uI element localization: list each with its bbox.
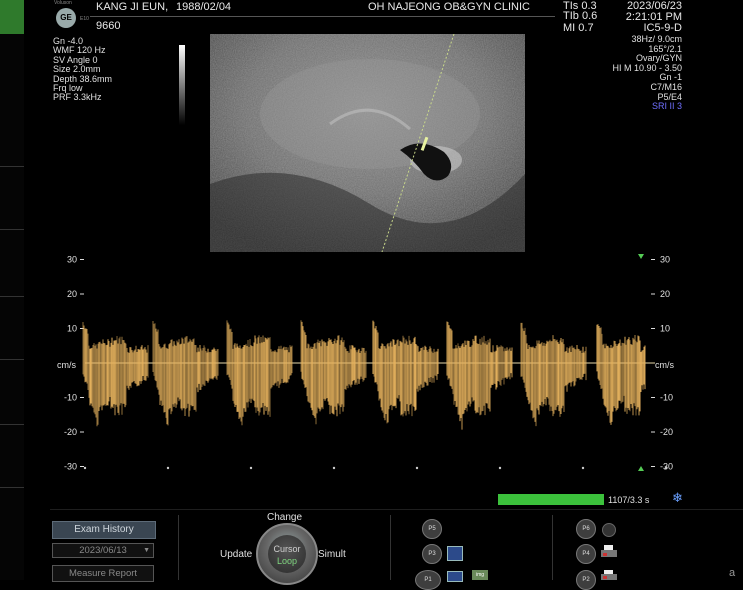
- left-sidebar: [0, 0, 24, 580]
- preset-p3-button[interactable]: P3: [422, 544, 442, 564]
- ultrasound-image[interactable]: [210, 34, 525, 252]
- y-tick-label: 20: [660, 289, 670, 299]
- unit-label-right: cm/s: [655, 360, 674, 370]
- separator: [552, 515, 553, 580]
- exam-history-button[interactable]: Exam History: [52, 521, 156, 539]
- ge-logo-icon: GE: [56, 8, 76, 28]
- baseline-marker-icon: [638, 254, 644, 259]
- time-tick: [664, 466, 668, 470]
- y-tick-label: -10: [660, 393, 673, 403]
- tib-value: TIb 0.6: [563, 10, 598, 22]
- image-params: 38Hz/ 9.0cm 165°/2.1 Ovary/GYN HI M 10.9…: [582, 34, 682, 112]
- y-tick-label: 20: [67, 289, 77, 299]
- history-date-select[interactable]: 2023/06/13 ▼: [52, 543, 154, 558]
- y-tick-label: -30: [660, 462, 673, 472]
- param-sri: SRI II 3: [651, 101, 682, 112]
- time-tick: [332, 466, 336, 470]
- time-tick: [83, 466, 87, 470]
- waveform: [82, 320, 646, 430]
- y-tick-label: 30: [67, 255, 77, 265]
- sidebar-slot[interactable]: [0, 166, 24, 230]
- cine-frame-label: 1107/3.3 s: [608, 495, 650, 505]
- y-tick-label: -10: [64, 393, 77, 403]
- save-icon[interactable]: [447, 571, 463, 582]
- preset-p4-button[interactable]: P4: [576, 544, 596, 564]
- y-tick-label: -30: [64, 462, 77, 472]
- acquisition-params: Gn -4.0 WMF 120 Hz SV Angle 0 Size 2.0mm…: [53, 36, 112, 103]
- time-tick: [249, 466, 253, 470]
- y-tick-label: 30: [660, 255, 670, 265]
- panel-divider: [50, 509, 743, 510]
- sidebar-active-tab[interactable]: [0, 0, 24, 34]
- cursor-loop-knob[interactable]: Cursor Loop: [256, 523, 318, 585]
- save-icon[interactable]: [447, 546, 463, 561]
- time-tick: [498, 466, 502, 470]
- time-marker-icon: [638, 466, 644, 471]
- ge-voluson-logo: Voluson GE E10: [50, 0, 90, 32]
- header-divider: [90, 16, 555, 17]
- grayscale-bar: [179, 45, 185, 125]
- y-tick-label: 10: [660, 324, 670, 334]
- y-tick-label: -20: [660, 427, 673, 437]
- preset-p5-button[interactable]: P5: [422, 519, 442, 539]
- y-tick-label: -20: [64, 427, 77, 437]
- cine-progress-bar[interactable]: [498, 494, 604, 505]
- clinic-name: OH NAJEONG OB&GYN CLINIC: [368, 1, 530, 13]
- separator: [178, 515, 179, 580]
- preset-p2-button[interactable]: P2: [576, 570, 596, 590]
- param-prf: PRF 3.3kHz: [53, 92, 102, 103]
- chevron-down-icon: ▼: [143, 547, 150, 554]
- y-tick-label: 10: [67, 324, 77, 334]
- image-store-icon[interactable]: img: [472, 570, 488, 580]
- model-label: E10: [80, 16, 89, 22]
- knob-simult-label[interactable]: Simult: [318, 549, 346, 560]
- time-tick: [581, 466, 585, 470]
- measure-report-button[interactable]: Measure Report: [52, 565, 154, 582]
- sidebar-slot[interactable]: [0, 424, 24, 488]
- time-tick: [166, 466, 170, 470]
- patient-id: 9660: [96, 20, 121, 32]
- separator: [390, 515, 391, 580]
- voluson-text: Voluson: [54, 0, 72, 6]
- corner-letter: a: [729, 567, 736, 579]
- time-tick: [415, 466, 419, 470]
- printer-icon[interactable]: [601, 545, 617, 559]
- birth-date: 1988/02/04: [176, 1, 232, 13]
- knob-change-label[interactable]: Change: [267, 512, 302, 523]
- preset-p6-button[interactable]: P6: [576, 519, 596, 539]
- preset-p1-button[interactable]: P1: [415, 570, 441, 590]
- printer-icon[interactable]: [601, 570, 617, 580]
- sidebar-slot[interactable]: [0, 296, 24, 360]
- mi-value: MI 0.7: [563, 22, 594, 34]
- patient-name: KANG JI EUN,: [96, 1, 169, 13]
- record-icon[interactable]: [602, 523, 616, 537]
- time-scale: [83, 466, 668, 470]
- knob-cursor-label: Cursor: [273, 544, 301, 554]
- knob-center: [268, 535, 306, 573]
- unit-label-left: cm/s: [57, 360, 76, 370]
- knob-update-label[interactable]: Update: [220, 549, 252, 560]
- history-date-value: 2023/06/13: [79, 545, 127, 556]
- freeze-icon[interactable]: ❄: [672, 490, 683, 506]
- probe-name: IC5-9-D: [643, 22, 682, 34]
- knob-loop-label: Loop: [276, 556, 298, 566]
- doppler-spectrum[interactable]: 30 20 10 -10 -20 -30 30 20 10 -10 -20 -30 cm/s cm/…: [55, 252, 690, 474]
